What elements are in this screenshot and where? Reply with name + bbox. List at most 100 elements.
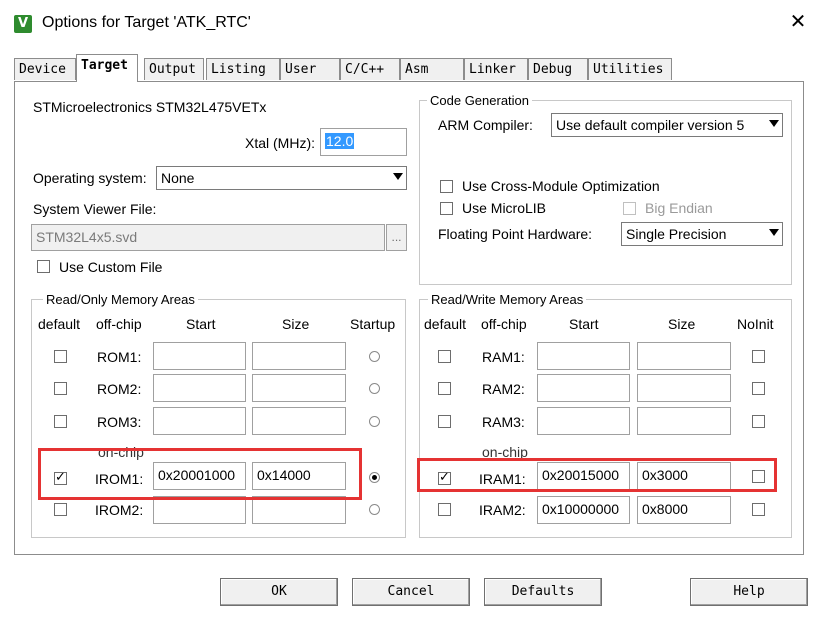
ram3-size-input[interactable] (637, 407, 731, 435)
rom1-label: ROM1: (97, 349, 142, 365)
ram3-checkbox[interactable] (438, 415, 451, 428)
tab-device[interactable]: Device (14, 58, 76, 80)
help-button[interactable]: Help (690, 578, 808, 606)
ro-header-offchip: off-chip (96, 316, 142, 332)
iram2-size-input[interactable]: 0x8000 (637, 496, 731, 524)
os-select[interactable]: None (156, 166, 407, 190)
svd-input[interactable]: STM32L4x5.svd (31, 224, 385, 251)
tab-user[interactable]: User (280, 58, 340, 80)
custom-file-label: Use Custom File (59, 259, 163, 275)
irom1-highlight (38, 448, 362, 500)
tab-output[interactable]: Output (144, 58, 204, 80)
cross-module-label: Use Cross-Module Optimization (462, 178, 660, 194)
big-endian-checkbox[interactable] (623, 202, 636, 215)
irom2-size-input[interactable] (252, 496, 346, 524)
rom3-label: ROM3: (97, 414, 142, 430)
close-icon[interactable]: ✕ (786, 10, 810, 34)
tab-cc[interactable]: C/C++ (340, 58, 400, 80)
xtal-label: Xtal (MHz): (245, 135, 315, 151)
cross-module-checkbox[interactable] (440, 180, 453, 193)
chevron-down-icon (769, 120, 779, 127)
rom3-checkbox[interactable] (54, 415, 67, 428)
rw-header-default: default (424, 316, 467, 332)
xtal-value: 12.0 (325, 133, 355, 149)
os-value: None (161, 170, 195, 186)
tab-listing[interactable]: Listing (206, 58, 280, 80)
ram1-size-input[interactable] (637, 342, 731, 370)
iram2-noinit-checkbox[interactable] (752, 503, 765, 516)
chevron-down-icon (393, 173, 403, 180)
rom3-start-input[interactable] (153, 407, 246, 435)
ram2-checkbox[interactable] (438, 382, 451, 395)
rom1-checkbox[interactable] (54, 350, 67, 363)
fpu-value: Single Precision (626, 226, 727, 242)
ro-header-default: default (38, 316, 81, 332)
rom2-checkbox[interactable] (54, 382, 67, 395)
ram3-start-input[interactable] (537, 407, 630, 435)
rom3-startup-radio[interactable] (369, 416, 380, 427)
rw-header-offchip: off-chip (481, 316, 527, 332)
app-icon: V (14, 15, 32, 33)
ro-memory-label: Read/Only Memory Areas (43, 292, 198, 307)
rom1-startup-radio[interactable] (369, 351, 380, 362)
ram1-noinit-checkbox[interactable] (752, 350, 765, 363)
fpu-select[interactable]: Single Precision (621, 222, 783, 246)
ram2-noinit-checkbox[interactable] (752, 382, 765, 395)
xtal-input[interactable]: 12.0 (320, 128, 407, 156)
compiler-select[interactable]: Use default compiler version 5 (551, 113, 783, 137)
tab-utilities[interactable]: Utilities (588, 58, 672, 80)
irom2-start-input[interactable] (153, 496, 246, 524)
ro-header-start: Start (186, 316, 216, 332)
rom3-size-input[interactable] (252, 407, 346, 435)
tab-linker[interactable]: Linker (464, 58, 528, 80)
ram3-noinit-checkbox[interactable] (752, 415, 765, 428)
tab-asm[interactable]: Asm (400, 58, 464, 80)
ram3-label: RAM3: (482, 414, 525, 430)
iram2-checkbox[interactable] (438, 503, 451, 516)
irom2-checkbox[interactable] (54, 503, 67, 516)
irom2-label: IROM2: (95, 502, 144, 518)
svd-label: System Viewer File: (33, 201, 157, 217)
ram2-size-input[interactable] (637, 374, 731, 402)
tab-target[interactable]: Target (76, 54, 138, 82)
device-name: STMicroelectronics STM32L475VETx (33, 99, 267, 115)
rom2-start-input[interactable] (153, 374, 246, 402)
ok-button[interactable]: OK (220, 578, 338, 606)
compiler-value: Use default compiler version 5 (556, 117, 745, 133)
title-bar: V Options for Target 'ATK_RTC' ✕ (0, 0, 819, 48)
rw-memory-label: Read/Write Memory Areas (428, 292, 587, 307)
browse-button[interactable]: ... (386, 224, 407, 251)
rw-header-size: Size (668, 316, 696, 332)
big-endian-label: Big Endian (645, 200, 713, 216)
iram2-label: IRAM2: (479, 502, 526, 518)
chevron-down-icon (769, 229, 779, 236)
os-label: Operating system: (33, 170, 147, 186)
microlib-label: Use MicroLIB (462, 200, 547, 216)
tab-debug[interactable]: Debug (528, 58, 588, 80)
rom1-start-input[interactable] (153, 342, 246, 370)
rw-header-noinit: NoInit (737, 316, 774, 332)
iram1-highlight (417, 458, 777, 492)
ram2-label: RAM2: (482, 381, 525, 397)
iram2-start-input[interactable]: 0x10000000 (537, 496, 630, 524)
custom-file-checkbox[interactable] (37, 260, 50, 273)
rom1-size-input[interactable] (252, 342, 346, 370)
ram1-label: RAM1: (482, 349, 525, 365)
microlib-checkbox[interactable] (440, 202, 453, 215)
ram1-checkbox[interactable] (438, 350, 451, 363)
ro-header-size: Size (282, 316, 310, 332)
rom2-size-input[interactable] (252, 374, 346, 402)
rw-header-start: Start (569, 316, 599, 332)
rom2-startup-radio[interactable] (369, 383, 380, 394)
rom2-label: ROM2: (97, 381, 142, 397)
ram2-start-input[interactable] (537, 374, 630, 402)
ro-header-startup: Startup (350, 316, 396, 332)
code-generation-label: Code Generation (427, 93, 533, 108)
cancel-button[interactable]: Cancel (352, 578, 470, 606)
compiler-label: ARM Compiler: (438, 117, 533, 133)
irom1-startup-radio[interactable] (369, 472, 380, 483)
fpu-label: Floating Point Hardware: (438, 226, 593, 242)
ram1-start-input[interactable] (537, 342, 630, 370)
defaults-button[interactable]: Defaults (484, 578, 602, 606)
irom2-startup-radio[interactable] (369, 504, 380, 515)
